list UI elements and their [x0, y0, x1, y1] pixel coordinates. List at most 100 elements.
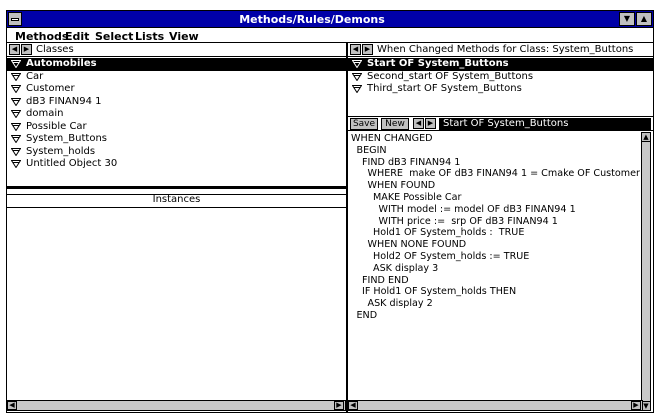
code-line: MAKE Possible Car [373, 191, 462, 203]
save-button[interactable]: Save [350, 118, 378, 130]
maximize-icon: ▲ [640, 14, 648, 23]
triangle-icon [11, 110, 21, 118]
method-item-label: Second_start OF System_Buttons [367, 70, 534, 82]
code-line: WITH model := model OF dB3 FINAN94 1 [378, 203, 576, 215]
method-item-label: Start OF System_Buttons [367, 58, 509, 69]
methods-next-button[interactable]: ▶ [362, 44, 373, 55]
vertical-splitter[interactable] [346, 43, 348, 413]
title-bar[interactable]: Methods/Rules/Demons ▼ ▲ [7, 11, 653, 28]
methods-list: Start OF System_Buttons Second_start OF S… [348, 58, 653, 96]
class-item[interactable]: Customer [7, 83, 346, 96]
class-item-label: System_holds [26, 145, 96, 157]
pane-divider [7, 186, 346, 189]
left-arrow-icon: ◀ [415, 119, 422, 127]
editor-prev-button[interactable]: ◀ [413, 118, 424, 129]
triangle-icon [352, 60, 362, 68]
main-window: Methods/Rules/Demons ▼ ▲ Methods Edit Se… [6, 10, 654, 413]
class-item[interactable]: domain [7, 108, 346, 121]
classes-next-button[interactable]: ▶ [21, 44, 32, 55]
code-line: WHERE make OF dB3 FINAN94 1 = Cmake OF C… [367, 168, 641, 180]
class-item-label: Untitled Object 30 [26, 158, 118, 169]
code-line: FIND END [362, 274, 409, 286]
code-line: ASK display 3 [373, 262, 439, 274]
new-button[interactable]: New [381, 118, 409, 130]
class-item[interactable]: dB3 FINAN94 1 [7, 96, 346, 109]
method-item[interactable]: Second_start OF System_Buttons [348, 71, 653, 84]
minimize-button[interactable]: ▼ [619, 12, 635, 26]
class-item[interactable]: Possible Car [7, 121, 346, 134]
code-line: END [356, 309, 378, 321]
class-item[interactable]: Untitled Object 30 [7, 158, 346, 171]
class-item-label: Automobiles [26, 58, 97, 69]
menu-bar: Methods Edit Select Lists View [7, 29, 653, 43]
triangle-icon [11, 122, 21, 131]
method-item-label: Third_start OF System_Buttons [367, 83, 522, 94]
triangle-icon [11, 97, 21, 106]
editor-hscrollbar[interactable]: ◀ ▶ [348, 400, 643, 411]
scroll-left-icon[interactable]: ◀ [7, 401, 17, 410]
window-title: Methods/Rules/Demons [239, 13, 385, 26]
editor-next-button[interactable]: ▶ [425, 118, 436, 129]
triangle-icon [352, 72, 362, 81]
minimize-icon: ▼ [623, 14, 631, 23]
editor-toolbar: Save New ◀ ▶ Start OF System_Buttons [348, 116, 653, 131]
scroll-up-icon[interactable]: ▲ [641, 132, 651, 142]
right-arrow-icon: ▶ [364, 45, 371, 53]
code-line: IF Hold1 OF System_holds THEN [362, 286, 517, 298]
right-arrow-icon: ▶ [23, 45, 30, 53]
class-item-label: Possible Car [26, 120, 87, 132]
menu-edit[interactable]: Edit [65, 30, 89, 43]
maximize-button[interactable]: ▲ [636, 12, 652, 26]
class-item-label: Customer [26, 83, 75, 94]
classes-list: Automobiles Car Customer dB3 FINAN94 1 domai… [7, 58, 346, 171]
triangle-icon [11, 85, 21, 93]
left-arrow-icon: ◀ [11, 45, 18, 53]
methods-prev-button[interactable]: ◀ [350, 44, 361, 55]
menu-view[interactable]: View [169, 30, 199, 43]
classes-label: Classes [36, 44, 74, 55]
current-rule-title: Start OF System_Buttons [439, 118, 651, 130]
triangle-icon [352, 85, 362, 93]
class-item-label: Car [26, 70, 44, 82]
methods-label: When Changed Methods for Class: System_B… [377, 44, 634, 55]
menu-select[interactable]: Select [95, 30, 133, 43]
triangle-icon [11, 135, 21, 143]
scroll-left-icon[interactable]: ◀ [348, 401, 358, 410]
instances-bottom-rule [7, 207, 346, 208]
class-item-label: dB3 FINAN94 1 [26, 95, 102, 107]
class-item[interactable]: System_Buttons [7, 133, 346, 146]
code-line: WHEN NONE FOUND [367, 239, 467, 251]
triangle-icon [11, 147, 21, 156]
classes-prev-button[interactable]: ◀ [9, 44, 20, 55]
methods-header: ◀ ▶ When Changed Methods for Class: Syst… [348, 43, 653, 57]
scroll-right-icon[interactable]: ▶ [334, 401, 344, 410]
classes-header: ◀ ▶ Classes [7, 43, 346, 57]
code-line: WITH price := srp OF dB3 FINAN94 1 [378, 215, 558, 227]
class-item[interactable]: System_holds [7, 146, 346, 159]
right-arrow-icon: ▶ [427, 119, 434, 127]
class-item-label: domain [26, 108, 64, 119]
code-line: ASK display 2 [367, 298, 433, 310]
class-item-label: System_Buttons [26, 133, 107, 144]
class-item[interactable]: Car [7, 71, 346, 84]
code-line: BEGIN [356, 144, 387, 156]
triangle-icon [11, 72, 21, 81]
code-line: FIND dB3 FINAN94 1 [362, 156, 461, 168]
instances-hscrollbar[interactable]: ◀ ▶ [7, 400, 346, 411]
class-item[interactable]: Automobiles [7, 58, 346, 71]
code-line: Hold1 OF System_holds : TRUE [373, 227, 525, 239]
code-line: WHEN CHANGED [351, 133, 433, 144]
menu-lists[interactable]: Lists [135, 30, 164, 43]
code-line: WHEN FOUND [367, 180, 436, 192]
triangle-icon [11, 160, 21, 168]
menu-methods[interactable]: Methods [15, 30, 68, 43]
code-line: Hold2 OF System_holds := TRUE [373, 250, 530, 262]
rule-editor-text[interactable]: WHEN CHANGED BEGIN FIND dB3 FINAN94 1 WHERE… [351, 133, 641, 322]
left-arrow-icon: ◀ [352, 45, 359, 53]
triangle-icon [11, 60, 21, 68]
scroll-right-icon[interactable]: ▶ [631, 401, 641, 410]
method-item[interactable]: Third_start OF System_Buttons [348, 83, 653, 96]
method-item[interactable]: Start OF System_Buttons [348, 58, 653, 71]
instances-label: Instances [152, 194, 201, 205]
editor-vscrollbar[interactable]: ▲ ▼ [641, 132, 651, 411]
